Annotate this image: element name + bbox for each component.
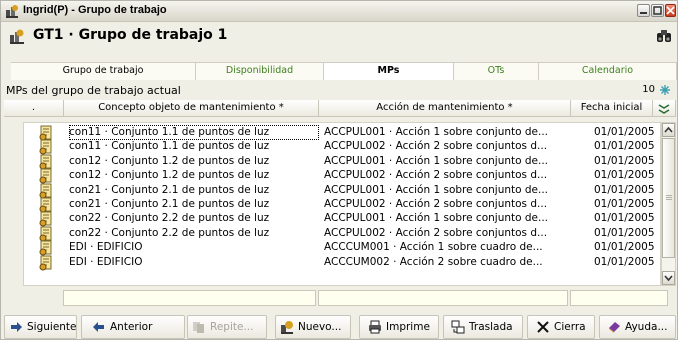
date-cell: 01/01/2005 bbox=[594, 255, 655, 268]
refresh-icon[interactable] bbox=[659, 84, 671, 96]
printer-icon bbox=[369, 320, 381, 334]
repeat-icon bbox=[193, 322, 204, 333]
imprime-button[interactable]: Imprime bbox=[359, 315, 439, 339]
traslada-button[interactable]: Traslada bbox=[443, 315, 523, 339]
binoculars-icon[interactable] bbox=[656, 29, 672, 43]
transfer-icon bbox=[451, 320, 465, 334]
maximize-button[interactable] bbox=[651, 4, 664, 17]
action-cell: ACCPUL001 · Acción 1 sobre conjunto de..… bbox=[324, 126, 549, 138]
date-cell: 01/01/2005 bbox=[594, 198, 655, 210]
column-header-concept[interactable]: Concepto objeto de mantenimiento * bbox=[64, 100, 319, 117]
chevron-down-icon bbox=[664, 275, 673, 282]
ayuda-button[interactable]: Ayuda... bbox=[599, 315, 676, 339]
siguiente-label: Siguiente bbox=[27, 321, 77, 333]
repite-button[interactable]: Repite... bbox=[187, 315, 267, 339]
column-header-action[interactable]: Acción de mantenimiento * bbox=[319, 100, 571, 117]
tab-ots[interactable]: OTs bbox=[454, 63, 539, 80]
concept-cell: con22 · Conjunto 2.2 de puntos de luz bbox=[69, 226, 270, 239]
help-book-icon bbox=[609, 322, 620, 333]
cierra-button[interactable]: Cierra bbox=[527, 315, 595, 339]
action-cell: ACCPUL001 · Acción 1 sobre conjunto de..… bbox=[324, 154, 549, 167]
date-cell: 01/01/2005 bbox=[594, 241, 655, 254]
concept-filter-input[interactable] bbox=[63, 290, 316, 306]
app-icon bbox=[10, 29, 24, 44]
maintenance-plan-icon bbox=[38, 255, 56, 271]
mp-table: con11 · Conjunto 1.1 de puntos de luz ACC… bbox=[23, 122, 661, 286]
tab-disponibilidad[interactable]: Disponibilidad bbox=[196, 63, 324, 80]
close-icon bbox=[666, 6, 675, 15]
main-window: Ingrid(P) - Grupo de trabajo GT1 · Grupo… bbox=[0, 0, 678, 340]
concept-cell: con12 · Conjunto 1.2 de puntos de luz bbox=[69, 169, 270, 182]
anterior-button[interactable]: Anterior bbox=[81, 315, 185, 339]
minimize-button[interactable] bbox=[637, 4, 650, 17]
minimize-icon bbox=[640, 12, 647, 14]
siguiente-button[interactable]: Siguiente bbox=[4, 315, 77, 339]
action-cell: ACCPUL002 · Acción 2 sobre conjuntos d..… bbox=[324, 169, 548, 182]
tab-bar: Grupo de trabajo Disponibilidad MPs OTs … bbox=[11, 62, 677, 80]
nuevo-label: Nuevo... bbox=[298, 321, 342, 333]
window-title: Ingrid(P) - Grupo de trabajo bbox=[23, 4, 167, 16]
arrow-right-icon bbox=[11, 322, 22, 332]
tab-calendario[interactable]: Calendario bbox=[539, 63, 677, 80]
app-icon bbox=[6, 5, 18, 18]
imprime-label: Imprime bbox=[386, 321, 430, 333]
action-cell: ACCPUL002 · Acción 2 sobre conjuntos d..… bbox=[324, 198, 548, 210]
bottom-toolbar: Siguiente Anterior Repite... Nuevo... Im… bbox=[1, 313, 677, 340]
new-icon bbox=[281, 321, 293, 334]
date-cell: 01/01/2005 bbox=[594, 212, 655, 225]
date-cell: 01/01/2005 bbox=[594, 140, 655, 153]
anterior-label: Anterior bbox=[110, 321, 153, 333]
maximize-icon bbox=[653, 6, 662, 15]
scroll-up-button[interactable] bbox=[662, 123, 675, 137]
action-cell: ACCCUM002 · Acción 2 sobre cuadro de... bbox=[324, 255, 543, 268]
ayuda-label: Ayuda... bbox=[625, 321, 668, 333]
close-icon bbox=[537, 321, 549, 333]
column-settings-icon bbox=[658, 104, 670, 114]
action-cell: ACCCUM001 · Acción 1 sobre cuadro de... bbox=[324, 241, 543, 254]
cierra-label: Cierra bbox=[554, 321, 586, 333]
form-header: GT1 · Grupo de trabajo 1 bbox=[1, 23, 677, 49]
scroll-down-button[interactable] bbox=[662, 271, 675, 285]
repite-label: Repite... bbox=[210, 321, 254, 333]
chevron-up-icon bbox=[664, 126, 673, 133]
action-cell: ACCPUL001 · Acción 1 sobre conjunto de..… bbox=[324, 183, 549, 196]
concept-cell: EDI · EDIFICIO bbox=[69, 255, 143, 268]
column-header-marker[interactable]: . bbox=[4, 100, 64, 117]
action-cell: ACCPUL002 · Acción 2 sobre conjuntos d..… bbox=[324, 226, 548, 239]
action-cell: ACCPUL002 · Acción 2 sobre conjuntos d..… bbox=[324, 140, 548, 153]
action-cell: ACCPUL001 · Acción 1 sobre conjunto de..… bbox=[324, 212, 549, 225]
table-row[interactable]: EDI · EDIFICIO ACCCUM002 · Acción 2 sobre… bbox=[24, 255, 662, 271]
concept-cell: con21 · Conjunto 2.1 de puntos de luz bbox=[69, 198, 270, 210]
action-filter-input[interactable] bbox=[318, 290, 568, 306]
date-cell: 01/01/2005 bbox=[594, 183, 655, 196]
column-settings-button[interactable] bbox=[653, 100, 676, 117]
page-title: GT1 · Grupo de trabajo 1 bbox=[33, 27, 228, 43]
section-title: MPs del grupo de trabajo actual bbox=[6, 84, 181, 97]
column-headers: . Concepto objeto de mantenimiento * Acc… bbox=[4, 100, 676, 117]
date-cell: 01/01/2005 bbox=[594, 126, 655, 138]
concept-cell: con12 · Conjunto 1.2 de puntos de luz bbox=[69, 154, 270, 167]
title-bar: Ingrid(P) - Grupo de trabajo bbox=[1, 1, 677, 22]
column-header-date[interactable]: Fecha inicial bbox=[571, 100, 653, 117]
traslada-label: Traslada bbox=[469, 321, 513, 333]
concept-cell: con22 · Conjunto 2.2 de puntos de luz bbox=[69, 212, 270, 225]
date-filter-input[interactable] bbox=[570, 290, 668, 306]
date-cell: 01/01/2005 bbox=[594, 169, 655, 182]
concept-cell: con11 · Conjunto 1.1 de puntos de luz bbox=[69, 140, 270, 153]
nuevo-button[interactable]: Nuevo... bbox=[275, 315, 351, 339]
date-cell: 01/01/2005 bbox=[594, 154, 655, 167]
tab-grupo-de-trabajo[interactable]: Grupo de trabajo bbox=[11, 63, 196, 80]
tab-mps[interactable]: MPs bbox=[324, 63, 454, 80]
record-count: 10 bbox=[642, 84, 655, 95]
date-cell: 01/01/2005 bbox=[594, 226, 655, 239]
filter-row bbox=[63, 290, 668, 306]
vertical-scrollbar[interactable] bbox=[661, 122, 676, 286]
concept-cell: con11 · Conjunto 1.1 de puntos de luz bbox=[69, 125, 319, 140]
concept-cell: EDI · EDIFICIO bbox=[69, 241, 143, 254]
close-button[interactable] bbox=[665, 4, 676, 17]
concept-cell: con21 · Conjunto 2.1 de puntos de luz bbox=[69, 183, 270, 196]
arrow-left-icon bbox=[93, 322, 104, 332]
scroll-thumb[interactable] bbox=[662, 138, 675, 258]
